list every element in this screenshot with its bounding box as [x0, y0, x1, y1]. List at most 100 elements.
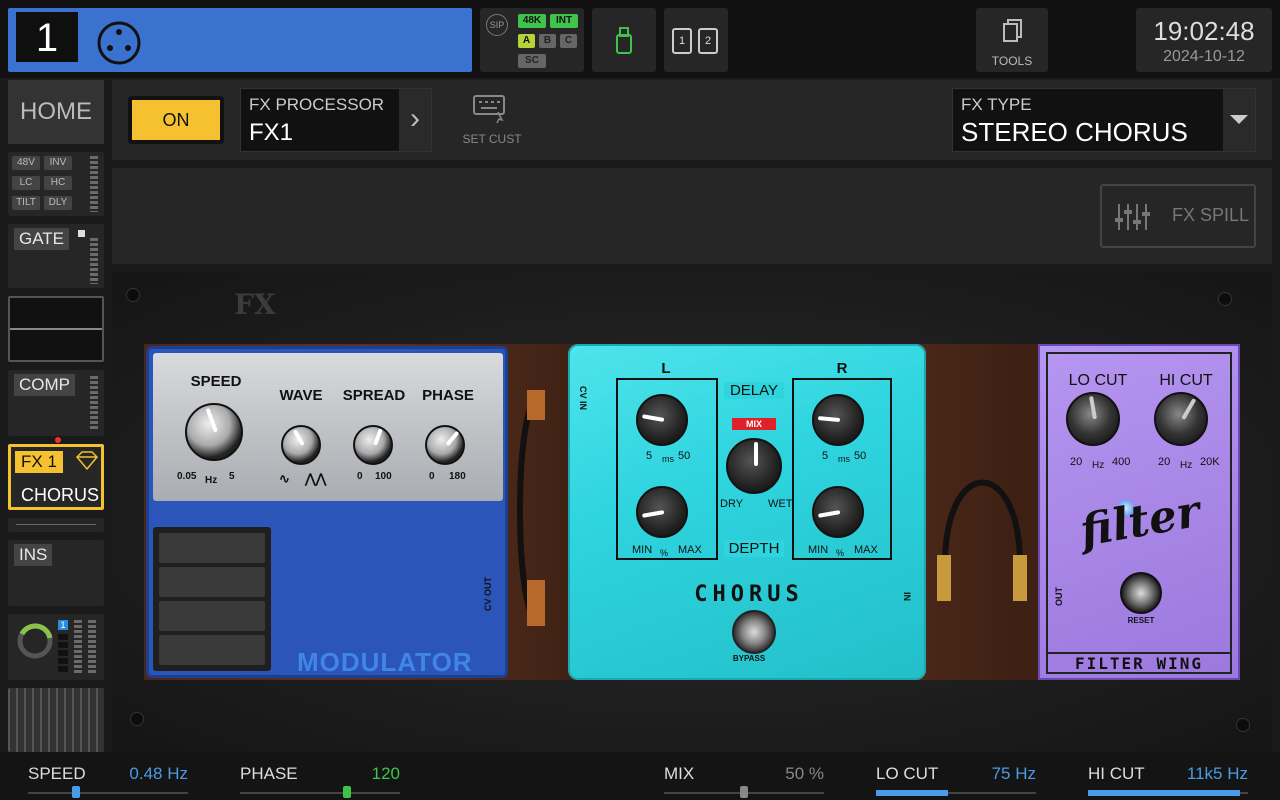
home-button[interactable]: HOME: [8, 80, 104, 144]
spread-max: 100: [375, 471, 392, 482]
param-speed-thumb[interactable]: [72, 786, 80, 798]
cv-out-label: CV OUT: [483, 576, 493, 611]
divider-line: [16, 524, 96, 525]
processor-caption: FX PROCESSOR: [249, 95, 385, 114]
wave-label: WAVE: [279, 387, 323, 404]
phase-knob[interactable]: [425, 425, 465, 465]
diamond-icon: [75, 451, 99, 471]
gate-block[interactable]: GATE: [8, 224, 104, 288]
left-depth-knob[interactable]: [636, 486, 688, 538]
right-delay-knob[interactable]: [812, 394, 864, 446]
param-mix[interactable]: MIX 50 %: [664, 760, 824, 800]
chevron-down-icon[interactable]: [1223, 89, 1255, 151]
bus-badge: 1: [58, 620, 68, 630]
tools-label: TOOLS: [991, 54, 1033, 68]
send-meter-c: [88, 620, 96, 674]
comp-meter: [90, 376, 98, 430]
speed-label: SPEED: [190, 373, 242, 390]
reset-footswitch[interactable]: [1120, 572, 1162, 614]
sc-badge: SC: [518, 54, 546, 68]
comp-block[interactable]: COMP: [8, 370, 104, 436]
fx-slot-label: FX 1: [15, 451, 63, 473]
fx-header: ON FX PROCESSOR FX1 › SET CUST FX TYPE S…: [112, 80, 1272, 160]
lo-cut-min: 20: [1070, 456, 1083, 468]
clock-source-panel[interactable]: SIP 48K INT A B C SC: [480, 8, 584, 72]
right-depth-min: MIN: [808, 544, 829, 556]
clock-time: 19:02:48: [1153, 16, 1255, 46]
triangle-wave-icon: ⋀⋀: [305, 471, 327, 486]
wave-knob[interactable]: [281, 425, 321, 465]
lo-cut-knob[interactable]: [1066, 392, 1120, 446]
fx-active-dot: [55, 437, 61, 443]
spread-knob[interactable]: [353, 425, 393, 465]
footswitch-ridge-3: [159, 601, 265, 631]
main-send-block[interactable]: 1: [8, 614, 104, 680]
sd-cards-button[interactable]: 1 2: [664, 8, 728, 72]
param-phase-thumb[interactable]: [343, 786, 352, 798]
fx1-insert-block[interactable]: FX 1 CHORUS: [8, 437, 104, 510]
param-hi-cut[interactable]: HI CUT 11k5 Hz: [1088, 760, 1248, 800]
speed-knob-indicator: [205, 407, 218, 433]
param-phase[interactable]: PHASE 120: [240, 760, 400, 800]
param-lo-cut-value: 75 Hz: [991, 764, 1036, 783]
param-phase-value: 120: [371, 764, 400, 783]
fx-type-dropdown[interactable]: FX TYPE STEREO CHORUS: [952, 88, 1256, 152]
param-mix-thumb[interactable]: [740, 786, 748, 798]
fader-block[interactable]: [8, 688, 104, 752]
fx-spill-button[interactable]: FX SPILL: [1100, 184, 1256, 248]
param-lo-cut[interactable]: LO CUT 75 Hz: [876, 760, 1036, 800]
modulator-panel: SPEED 0.05 Hz 5 WAVE ∿ ⋀⋀ SPREAD 0 100 P…: [153, 353, 503, 501]
modulator-footswitch[interactable]: [153, 527, 271, 671]
param-speed-name: SPEED: [28, 764, 86, 783]
gate-label: GATE: [14, 228, 70, 250]
sine-wave-icon: ∿: [279, 471, 290, 486]
chevron-right-icon[interactable]: ›: [399, 89, 431, 151]
filter-name: FILTER WING: [1046, 652, 1232, 674]
left-delay-knob[interactable]: [636, 394, 688, 446]
lo-cut-label: LO CUT: [1068, 372, 1128, 389]
speed-knob[interactable]: [185, 403, 243, 461]
rack-screw-bl: [130, 712, 144, 726]
on-button[interactable]: ON: [128, 96, 224, 144]
right-depth-unit: %: [836, 548, 845, 558]
tools-button[interactable]: TOOLS: [976, 8, 1048, 72]
spread-label: SPREAD: [342, 387, 406, 404]
eq-curve: [10, 328, 102, 330]
ins-block[interactable]: INS: [8, 540, 104, 606]
right-delay-indicator: [817, 416, 841, 422]
fx-toolbar: FX SPILL: [112, 168, 1272, 264]
param-phase-name: PHASE: [240, 764, 298, 783]
usb-button[interactable]: [592, 8, 656, 72]
mix-indicator: [754, 442, 758, 466]
channel-number: 1: [16, 12, 78, 62]
send-meter-b: [74, 620, 82, 674]
xlr-icon: [97, 21, 141, 65]
top-bar: 1 SIP 48K INT A B C SC 1 2 TOOLS 19:02:4…: [0, 0, 1280, 78]
left-label: L: [661, 360, 671, 377]
bypass-footswitch[interactable]: [732, 610, 776, 654]
modulator-pedal: SPEED 0.05 Hz 5 WAVE ∿ ⋀⋀ SPREAD 0 100 P…: [146, 346, 508, 678]
hi-cut-label: HI CUT: [1159, 372, 1213, 389]
hi-cut-knob[interactable]: [1154, 392, 1208, 446]
set-cust-button[interactable]: SET CUST: [456, 90, 528, 150]
mix-knob[interactable]: [726, 438, 782, 494]
right-depth-knob[interactable]: [812, 486, 864, 538]
chorus-name: CHORUS: [694, 582, 804, 607]
rack-screw-tr: [1218, 292, 1232, 306]
rack-screw-tl: [126, 288, 140, 302]
fx-processor-selector[interactable]: FX PROCESSOR FX1 ›: [240, 88, 432, 152]
param-lo-cut-name: LO CUT: [876, 764, 939, 783]
param-hi-cut-name: HI CUT: [1088, 764, 1145, 783]
a-badge: A: [518, 34, 535, 48]
input-options-block[interactable]: 48V INV LC HC TILT DLY: [8, 152, 104, 216]
keyboard-icon: [473, 95, 505, 124]
type-caption: FX TYPE: [961, 95, 1032, 114]
param-speed[interactable]: SPEED 0.48 Hz: [28, 760, 188, 800]
left-delay-indicator: [641, 414, 665, 422]
spread-min: 0: [357, 471, 363, 482]
right-delay-max: 50: [854, 450, 867, 462]
right-delay-unit: ms: [838, 454, 850, 464]
invert-tag: INV: [44, 156, 72, 170]
rate-badge: 48K: [518, 14, 546, 28]
eq-block[interactable]: [8, 296, 104, 362]
